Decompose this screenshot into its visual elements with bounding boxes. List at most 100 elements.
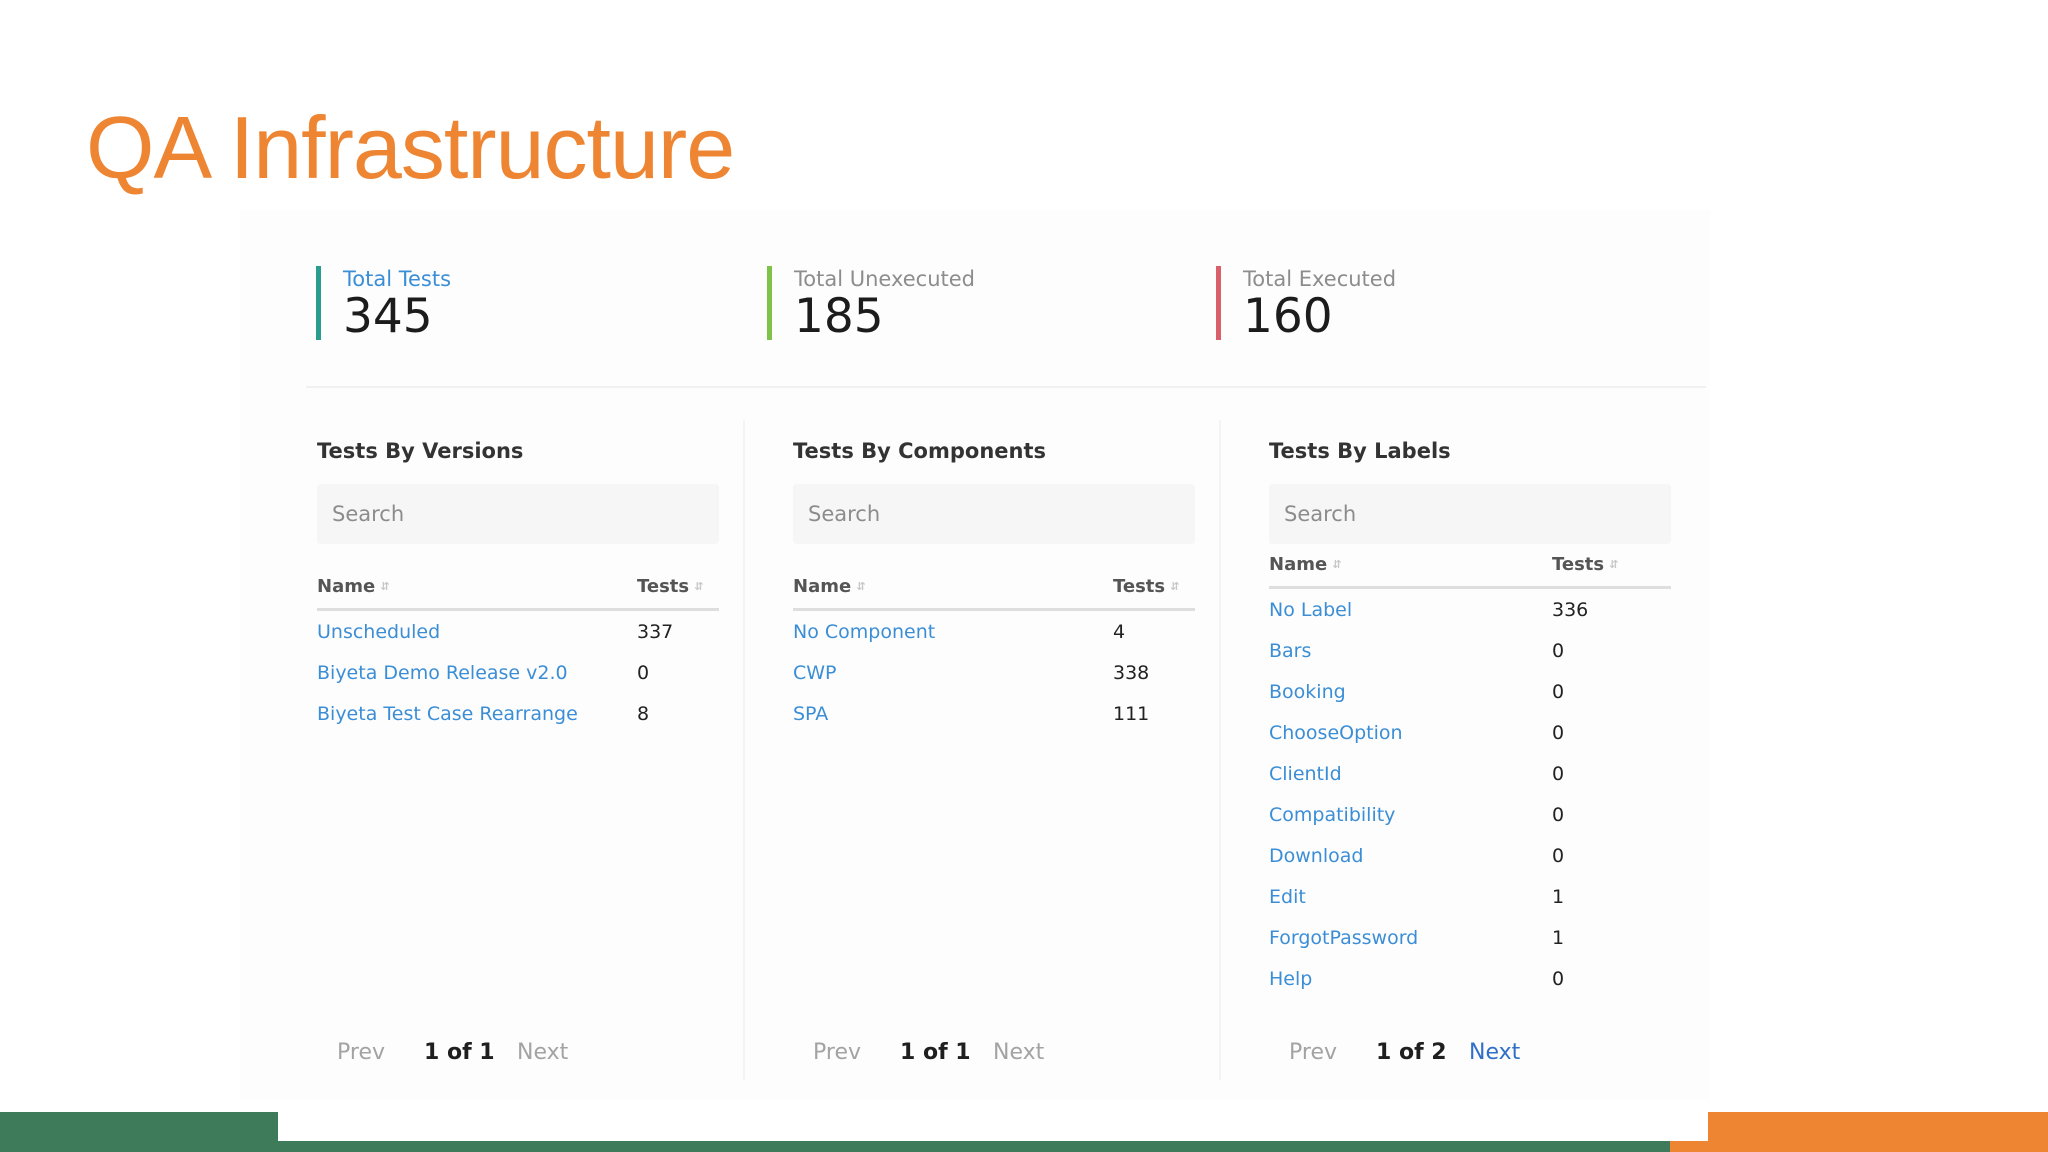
version-link[interactable]: Unscheduled bbox=[317, 621, 440, 643]
versions-pagination: Prev 1 of 1 Next bbox=[317, 1038, 719, 1068]
label-link[interactable]: ClientId bbox=[1269, 763, 1342, 785]
tests-count: 0 bbox=[1552, 804, 1565, 826]
slide-title: QA Infrastructure bbox=[86, 98, 735, 197]
components-search-input[interactable] bbox=[793, 484, 1195, 544]
panel-title: Tests By Labels bbox=[1269, 439, 1451, 463]
table-row: Download 0 bbox=[1269, 835, 1671, 876]
tests-count: 0 bbox=[1552, 722, 1565, 744]
table-row: Compatibility 0 bbox=[1269, 794, 1671, 835]
column-header-tests[interactable]: Tests ⇵ bbox=[1113, 576, 1179, 597]
column-header-label: Name bbox=[1269, 554, 1328, 575]
page-indicator: 1 of 1 bbox=[900, 1040, 971, 1065]
column-header-name[interactable]: Name ⇵ bbox=[317, 576, 389, 597]
column-header-label: Tests bbox=[637, 576, 690, 597]
table-row: Unscheduled 337 bbox=[317, 611, 719, 652]
table-row: CWP 338 bbox=[793, 652, 1195, 693]
column-header-label: Name bbox=[317, 576, 376, 597]
stats-divider bbox=[306, 386, 1706, 388]
components-pagination: Prev 1 of 1 Next bbox=[793, 1038, 1195, 1068]
tests-count: 336 bbox=[1552, 599, 1589, 621]
version-link[interactable]: Biyeta Test Case Rearrange bbox=[317, 703, 578, 725]
table-row: No Label 336 bbox=[1269, 589, 1671, 630]
component-link[interactable]: CWP bbox=[793, 662, 837, 684]
table-row: Biyeta Demo Release v2.0 0 bbox=[317, 652, 719, 693]
table-header: Name ⇵ Tests ⇵ bbox=[317, 574, 719, 611]
table-row: No Component 4 bbox=[793, 611, 1195, 652]
stat-total-executed-value: 160 bbox=[1243, 289, 1333, 344]
component-link[interactable]: SPA bbox=[793, 703, 828, 725]
column-divider bbox=[743, 420, 745, 1080]
tests-count: 0 bbox=[1552, 763, 1565, 785]
stat-total-unexecuted: Total Unexecuted 185 bbox=[767, 266, 975, 342]
stat-total-tests-value: 345 bbox=[343, 289, 433, 344]
table-row: ClientId 0 bbox=[1269, 753, 1671, 794]
table-header: Name ⇵ Tests ⇵ bbox=[1269, 552, 1671, 589]
prev-button[interactable]: Prev bbox=[1289, 1038, 1337, 1068]
label-link[interactable]: Help bbox=[1269, 968, 1312, 990]
labels-pagination: Prev 1 of 2 Next bbox=[1269, 1038, 1671, 1068]
label-link[interactable]: Download bbox=[1269, 845, 1363, 867]
table-row: SPA 111 bbox=[793, 693, 1195, 734]
tests-count: 4 bbox=[1113, 621, 1126, 643]
panel-tests-by-components: Tests By Components Name ⇵ Tests ⇵ No Comp… bbox=[793, 438, 1195, 734]
next-button[interactable]: Next bbox=[1469, 1038, 1520, 1068]
table-row: Help 0 bbox=[1269, 958, 1671, 999]
versions-table: Name ⇵ Tests ⇵ Unscheduled 337 Biyeta Demo… bbox=[317, 574, 719, 734]
table-row: Booking 0 bbox=[1269, 671, 1671, 712]
panel-title: Tests By Components bbox=[793, 439, 1046, 463]
column-header-name[interactable]: Name ⇵ bbox=[1269, 554, 1341, 575]
tests-count: 338 bbox=[1113, 662, 1150, 684]
column-header-label: Tests bbox=[1113, 576, 1166, 597]
label-link[interactable]: Edit bbox=[1269, 886, 1306, 908]
page-indicator: 1 of 1 bbox=[424, 1040, 495, 1065]
column-header-label: Tests bbox=[1552, 554, 1605, 575]
tests-count: 0 bbox=[1552, 681, 1565, 703]
tests-count: 337 bbox=[637, 621, 674, 643]
tests-count: 0 bbox=[637, 662, 650, 684]
versions-search-input[interactable] bbox=[317, 484, 719, 544]
stat-total-executed: Total Executed 160 bbox=[1216, 266, 1396, 344]
panel-title: Tests By Versions bbox=[317, 439, 524, 463]
dashboard-screenshot: Total Tests 345 Total Unexecuted 185 Tot… bbox=[240, 210, 1710, 1100]
label-link[interactable]: No Label bbox=[1269, 599, 1352, 621]
footer-accent-orange-bottom bbox=[1670, 1141, 2048, 1152]
table-row: ChooseOption 0 bbox=[1269, 712, 1671, 753]
tests-count: 0 bbox=[1552, 640, 1565, 662]
sort-icon: ⇵ bbox=[1170, 580, 1180, 593]
version-link[interactable]: Biyeta Demo Release v2.0 bbox=[317, 662, 568, 684]
tests-count: 0 bbox=[1552, 968, 1565, 990]
prev-button[interactable]: Prev bbox=[337, 1038, 385, 1068]
next-button[interactable]: Next bbox=[517, 1038, 568, 1068]
sort-icon: ⇵ bbox=[1609, 558, 1619, 571]
sort-icon: ⇵ bbox=[694, 580, 704, 593]
table-row: ForgotPassword 1 bbox=[1269, 917, 1671, 958]
table-row: Biyeta Test Case Rearrange 8 bbox=[317, 693, 719, 734]
tests-count: 0 bbox=[1552, 845, 1565, 867]
label-link[interactable]: Compatibility bbox=[1269, 804, 1395, 826]
sort-icon: ⇵ bbox=[380, 580, 390, 593]
label-link[interactable]: Bars bbox=[1269, 640, 1311, 662]
component-link[interactable]: No Component bbox=[793, 621, 935, 643]
column-header-tests[interactable]: Tests ⇵ bbox=[637, 576, 703, 597]
tests-count: 8 bbox=[637, 703, 650, 725]
label-link[interactable]: Booking bbox=[1269, 681, 1346, 703]
sort-icon: ⇵ bbox=[1332, 558, 1342, 571]
sort-icon: ⇵ bbox=[856, 580, 866, 593]
label-link[interactable]: ForgotPassword bbox=[1269, 927, 1418, 949]
prev-button[interactable]: Prev bbox=[813, 1038, 861, 1068]
column-header-name[interactable]: Name ⇵ bbox=[793, 576, 865, 597]
next-button[interactable]: Next bbox=[993, 1038, 1044, 1068]
page-indicator: 1 of 2 bbox=[1376, 1040, 1447, 1065]
tests-count: 111 bbox=[1113, 703, 1150, 725]
table-row: Edit 1 bbox=[1269, 876, 1671, 917]
label-link[interactable]: ChooseOption bbox=[1269, 722, 1403, 744]
labels-search-input[interactable] bbox=[1269, 484, 1671, 544]
column-divider bbox=[1219, 420, 1221, 1080]
table-header: Name ⇵ Tests ⇵ bbox=[793, 574, 1195, 611]
tests-count: 1 bbox=[1552, 886, 1565, 908]
panel-tests-by-versions: Tests By Versions Name ⇵ Tests ⇵ Unschedul… bbox=[317, 438, 719, 734]
stat-total-tests: Total Tests 345 bbox=[316, 266, 451, 344]
labels-table: Name ⇵ Tests ⇵ No Label 336 Bars 0 Booking… bbox=[1269, 552, 1671, 999]
column-header-tests[interactable]: Tests ⇵ bbox=[1552, 554, 1618, 575]
tests-count: 1 bbox=[1552, 927, 1565, 949]
